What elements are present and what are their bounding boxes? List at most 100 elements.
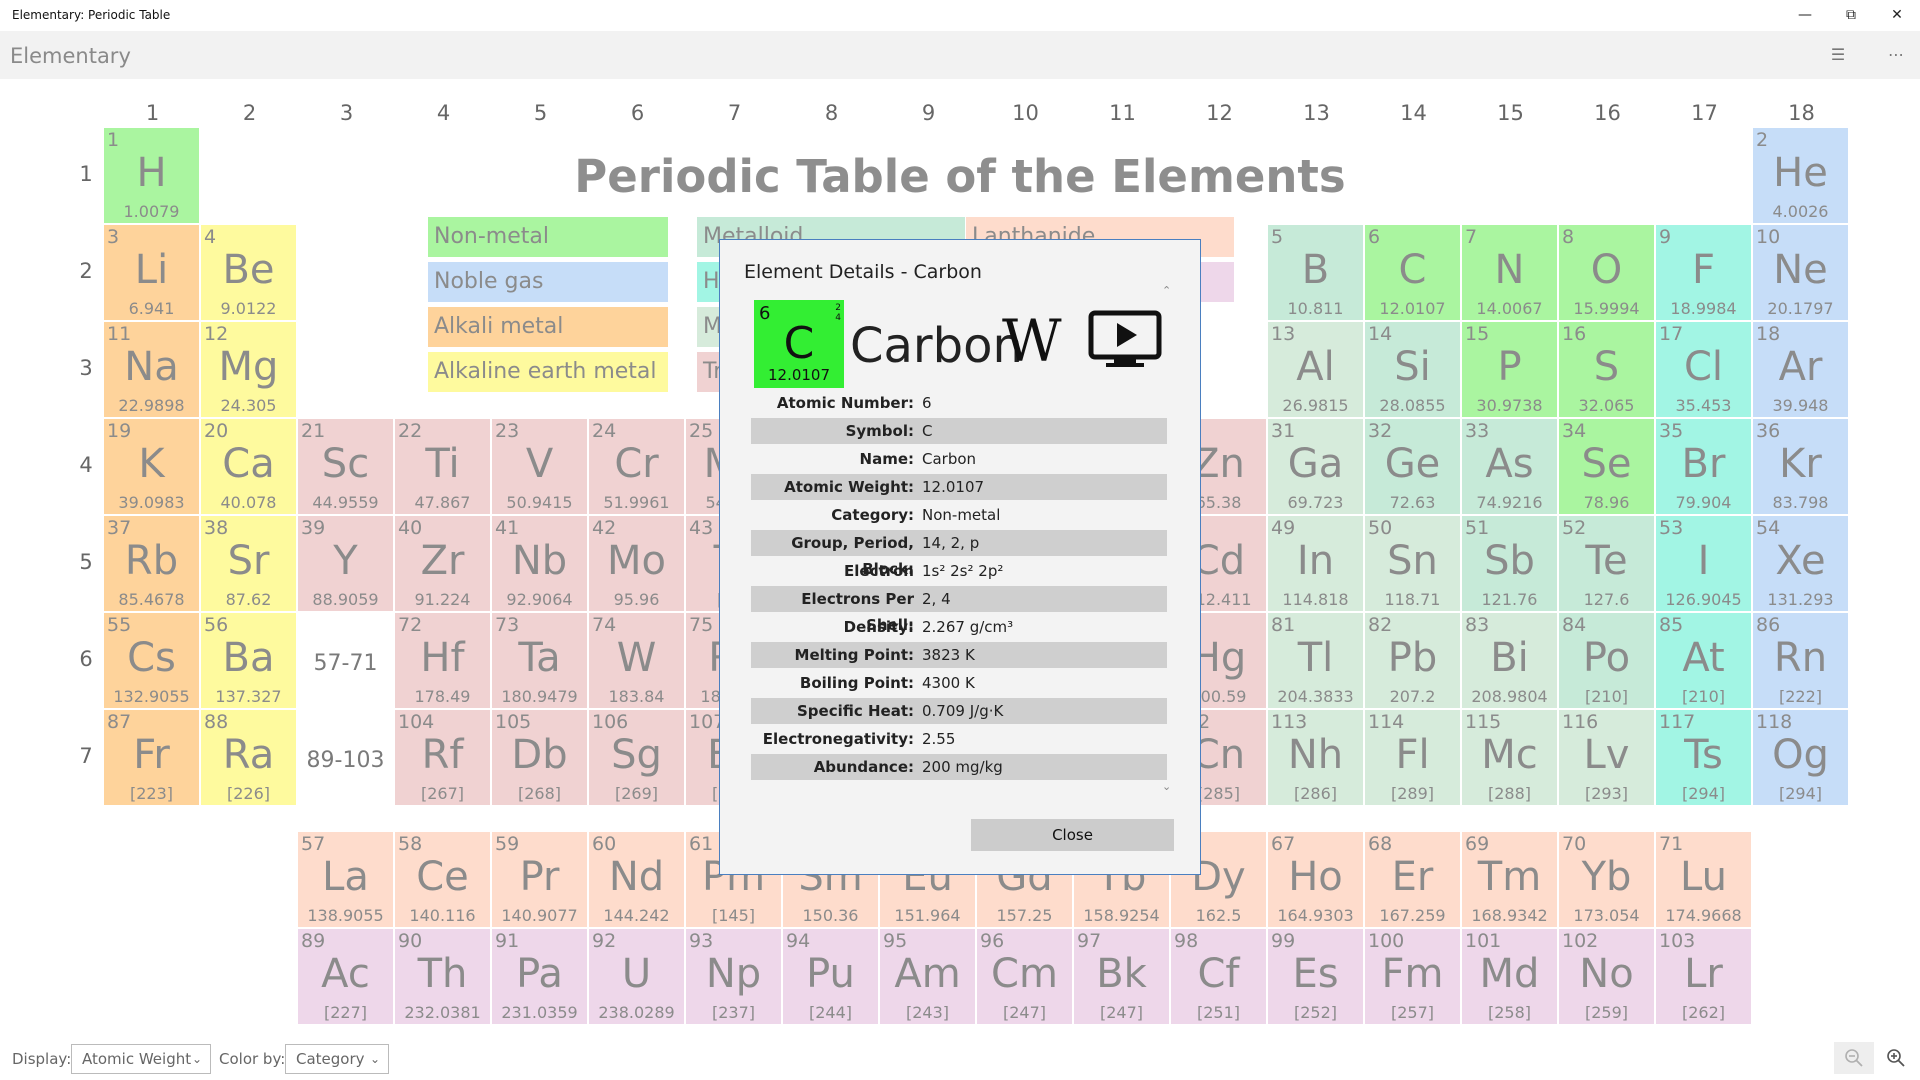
element-cell-sr[interactable]: 38 Sr 87.62 (201, 516, 296, 611)
element-cell-kr[interactable]: 36 Kr 83.798 (1753, 419, 1848, 514)
element-cell-w[interactable]: 74 W 183.84 (589, 613, 684, 708)
element-cell-as[interactable]: 33 As 74.9216 (1462, 419, 1557, 514)
display-dropdown[interactable]: Atomic Weight ⌄ (71, 1044, 211, 1074)
element-cell-pa[interactable]: 91 Pa 231.0359 (492, 929, 587, 1024)
element-cell-ne[interactable]: 10 Ne 20.1797 (1753, 225, 1848, 320)
element-cell-nd[interactable]: 60 Nd 144.242 (589, 832, 684, 927)
element-cell-sn[interactable]: 50 Sn 118.71 (1365, 516, 1460, 611)
element-cell-cm[interactable]: 96 Cm [247] (977, 929, 1072, 1024)
legend-item[interactable]: Alkaline earth metal (428, 352, 668, 392)
element-cell-yb[interactable]: 70 Yb 173.054 (1559, 832, 1654, 927)
element-cell-he[interactable]: 2 He 4.0026 (1753, 128, 1848, 223)
element-cell-cl[interactable]: 17 Cl 35.453 (1656, 322, 1751, 417)
legend-item[interactable]: Noble gas (428, 262, 668, 302)
element-cell-ho[interactable]: 67 Ho 164.9303 (1268, 832, 1363, 927)
element-cell-ca[interactable]: 20 Ca 40.078 (201, 419, 296, 514)
element-cell-am[interactable]: 95 Am [243] (880, 929, 975, 1024)
list-view-button[interactable]: ☰ (1818, 39, 1858, 71)
element-cell-bk[interactable]: 97 Bk [247] (1074, 929, 1169, 1024)
element-cell-tl[interactable]: 81 Tl 204.3833 (1268, 613, 1363, 708)
element-cell-ac[interactable]: 89 Ac [227] (298, 929, 393, 1024)
element-cell-pb[interactable]: 82 Pb 207.2 (1365, 613, 1460, 708)
element-cell-c[interactable]: 6 C 12.0107 (1365, 225, 1460, 320)
element-cell-db[interactable]: 105 Db [268] (492, 710, 587, 805)
element-cell-th[interactable]: 90 Th 232.0381 (395, 929, 490, 1024)
element-cell-cf[interactable]: 98 Cf [251] (1171, 929, 1266, 1024)
element-cell-lv[interactable]: 116 Lv [293] (1559, 710, 1654, 805)
restore-button[interactable]: ⧉ (1828, 0, 1874, 31)
element-cell-po[interactable]: 84 Po [210] (1559, 613, 1654, 708)
element-cell-i[interactable]: 53 I 126.9045 (1656, 516, 1751, 611)
element-cell-se[interactable]: 34 Se 78.96 (1559, 419, 1654, 514)
zoom-out-button[interactable] (1834, 1042, 1874, 1074)
more-options-button[interactable]: ⋯ (1876, 39, 1916, 71)
scroll-up-icon[interactable]: ⌃ (1162, 284, 1171, 297)
element-cell-es[interactable]: 99 Es [252] (1268, 929, 1363, 1024)
element-cell-lu[interactable]: 71 Lu 174.9668 (1656, 832, 1751, 927)
element-cell-md[interactable]: 101 Md [258] (1462, 929, 1557, 1024)
element-cell-v[interactable]: 23 V 50.9415 (492, 419, 587, 514)
element-cell-ts[interactable]: 117 Ts [294] (1656, 710, 1751, 805)
element-cell-p[interactable]: 15 P 30.9738 (1462, 322, 1557, 417)
element-cell-ge[interactable]: 32 Ge 72.63 (1365, 419, 1460, 514)
element-cell-np[interactable]: 93 Np [237] (686, 929, 781, 1024)
element-cell-mc[interactable]: 115 Mc [288] (1462, 710, 1557, 805)
element-cell-fl[interactable]: 114 Fl [289] (1365, 710, 1460, 805)
wikipedia-icon[interactable]: W (1002, 307, 1062, 375)
video-icon[interactable] (1088, 310, 1162, 370)
element-cell-ga[interactable]: 31 Ga 69.723 (1268, 419, 1363, 514)
element-cell-mg[interactable]: 12 Mg 24.305 (201, 322, 296, 417)
element-cell-f[interactable]: 9 F 18.9984 (1656, 225, 1751, 320)
element-cell-pu[interactable]: 94 Pu [244] (783, 929, 878, 1024)
element-cell-li[interactable]: 3 Li 6.941 (104, 225, 199, 320)
element-cell-fm[interactable]: 100 Fm [257] (1365, 929, 1460, 1024)
element-cell-k[interactable]: 19 K 39.0983 (104, 419, 199, 514)
element-cell-rn[interactable]: 86 Rn [222] (1753, 613, 1848, 708)
element-cell-b[interactable]: 5 B 10.811 (1268, 225, 1363, 320)
element-cell-u[interactable]: 92 U 238.0289 (589, 929, 684, 1024)
element-cell-br[interactable]: 35 Br 79.904 (1656, 419, 1751, 514)
element-cell-s[interactable]: 16 S 32.065 (1559, 322, 1654, 417)
element-cell-h[interactable]: 1 H 1.0079 (104, 128, 199, 223)
element-cell-n[interactable]: 7 N 14.0067 (1462, 225, 1557, 320)
color-by-dropdown[interactable]: Category ⌄ (285, 1044, 389, 1074)
minimize-button[interactable]: — (1782, 0, 1828, 31)
element-cell-rb[interactable]: 37 Rb 85.4678 (104, 516, 199, 611)
element-cell-ra[interactable]: 88 Ra [226] (201, 710, 296, 805)
legend-item[interactable]: Alkali metal (428, 307, 668, 347)
element-cell-lr[interactable]: 103 Lr [262] (1656, 929, 1751, 1024)
lanthanide-range[interactable]: 57-71 (298, 616, 393, 711)
element-cell-na[interactable]: 11 Na 22.9898 (104, 322, 199, 417)
element-cell-zr[interactable]: 40 Zr 91.224 (395, 516, 490, 611)
element-cell-sc[interactable]: 21 Sc 44.9559 (298, 419, 393, 514)
element-cell-at[interactable]: 85 At [210] (1656, 613, 1751, 708)
scroll-down-icon[interactable]: ⌄ (1162, 780, 1171, 793)
element-cell-hf[interactable]: 72 Hf 178.49 (395, 613, 490, 708)
element-cell-ta[interactable]: 73 Ta 180.9479 (492, 613, 587, 708)
element-cell-cr[interactable]: 24 Cr 51.9961 (589, 419, 684, 514)
element-cell-rf[interactable]: 104 Rf [267] (395, 710, 490, 805)
element-cell-si[interactable]: 14 Si 28.0855 (1365, 322, 1460, 417)
element-cell-la[interactable]: 57 La 138.9055 (298, 832, 393, 927)
legend-item[interactable]: Non-metal (428, 217, 668, 257)
element-cell-y[interactable]: 39 Y 88.9059 (298, 516, 393, 611)
element-cell-cs[interactable]: 55 Cs 132.9055 (104, 613, 199, 708)
element-cell-er[interactable]: 68 Er 167.259 (1365, 832, 1460, 927)
element-cell-nb[interactable]: 41 Nb 92.9064 (492, 516, 587, 611)
close-window-button[interactable]: ✕ (1874, 0, 1920, 31)
element-cell-o[interactable]: 8 O 15.9994 (1559, 225, 1654, 320)
element-cell-ar[interactable]: 18 Ar 39.948 (1753, 322, 1848, 417)
element-cell-ce[interactable]: 58 Ce 140.116 (395, 832, 490, 927)
element-cell-ti[interactable]: 22 Ti 47.867 (395, 419, 490, 514)
element-cell-sb[interactable]: 51 Sb 121.76 (1462, 516, 1557, 611)
element-cell-te[interactable]: 52 Te 127.6 (1559, 516, 1654, 611)
element-cell-bi[interactable]: 83 Bi 208.9804 (1462, 613, 1557, 708)
element-cell-in[interactable]: 49 In 114.818 (1268, 516, 1363, 611)
element-cell-og[interactable]: 118 Og [294] (1753, 710, 1848, 805)
element-cell-al[interactable]: 13 Al 26.9815 (1268, 322, 1363, 417)
element-cell-xe[interactable]: 54 Xe 131.293 (1753, 516, 1848, 611)
element-cell-sg[interactable]: 106 Sg [269] (589, 710, 684, 805)
element-cell-tm[interactable]: 69 Tm 168.9342 (1462, 832, 1557, 927)
close-button[interactable]: Close (971, 819, 1174, 851)
actinide-range[interactable]: 89-103 (298, 713, 393, 808)
